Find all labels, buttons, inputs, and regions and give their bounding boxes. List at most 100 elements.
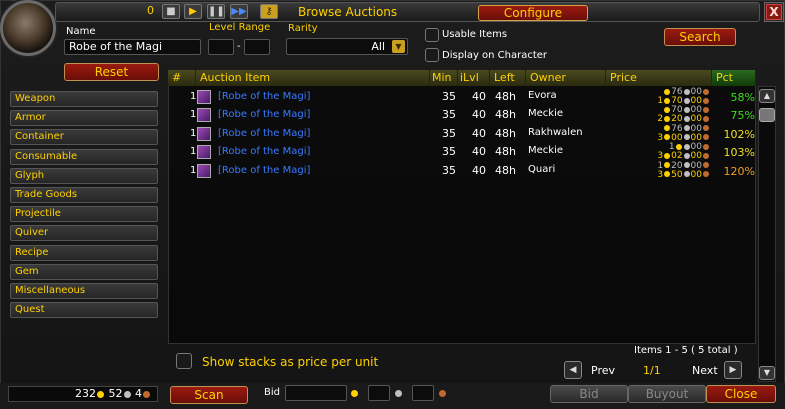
category-gem[interactable]: Gem — [10, 263, 158, 280]
name-input[interactable]: Robe of the Magi — [64, 39, 201, 55]
robe-icon — [197, 145, 211, 160]
robe-icon — [197, 163, 211, 178]
table-row[interactable]: 1 [Robe of the Magi] 35 40 48h Rakhwalen 76 00 3… — [170, 124, 755, 144]
row-left: 48h — [495, 163, 516, 177]
scrollbar[interactable] — [758, 86, 776, 382]
category-recipe[interactable]: Recipe — [10, 244, 158, 261]
bid-copper-input[interactable] — [412, 385, 434, 401]
display-on-character-checkbox[interactable] — [425, 48, 439, 62]
copper-coin-icon — [703, 143, 709, 150]
category-quiver[interactable]: Quiver — [10, 225, 158, 242]
category-trade-goods[interactable]: Trade Goods — [10, 187, 158, 203]
category-glyph[interactable]: Glyph — [10, 167, 158, 184]
column-header-owner[interactable]: Owner — [526, 70, 606, 86]
silver-coin-icon — [683, 88, 690, 95]
scroll-up-icon[interactable]: ▲ — [759, 89, 775, 103]
column-header-left[interactable]: Left — [490, 70, 526, 86]
bid-silver-input[interactable] — [368, 385, 390, 401]
scroll-down-icon[interactable]: ▼ — [759, 366, 775, 380]
row-qty: 1 — [190, 109, 197, 121]
key-icon[interactable]: ⚷ — [260, 4, 278, 19]
usable-items-checkbox[interactable] — [425, 28, 439, 42]
money-display: 232 52 4 — [8, 386, 158, 402]
row-min: 35 — [442, 108, 456, 122]
reset-button[interactable]: Reset — [64, 63, 159, 81]
chevron-down-icon[interactable]: ▼ — [392, 40, 405, 53]
window-title: Browse Auctions — [298, 5, 398, 19]
row-owner: Evora — [528, 90, 557, 101]
close-button[interactable]: Close — [706, 385, 776, 403]
row-buyout-price: 3 50 00 — [638, 169, 710, 180]
level-min-input[interactable] — [208, 39, 234, 55]
robe-icon — [197, 108, 211, 123]
column-header-num[interactable]: # — [168, 70, 196, 86]
fast-forward-button[interactable]: ▶▶ — [230, 4, 248, 19]
next-label[interactable]: Next — [692, 364, 718, 377]
prev-label[interactable]: Prev — [591, 364, 615, 377]
category-container[interactable]: Container — [10, 129, 158, 146]
column-header-ilvl[interactable]: iLvl — [458, 70, 490, 86]
scan-button[interactable]: Scan — [170, 386, 248, 404]
stacks-checkbox[interactable] — [176, 353, 192, 369]
gold-coin-icon — [664, 88, 671, 95]
gold-coin-icon — [664, 106, 671, 113]
configure-button[interactable]: Configure — [478, 5, 588, 21]
copper-coin-icon — [703, 171, 709, 178]
category-quest[interactable]: Quest — [10, 302, 158, 319]
scroll-thumb[interactable] — [759, 108, 775, 122]
column-header-min[interactable]: Min — [430, 70, 458, 86]
next-icon[interactable]: ▶ — [724, 361, 742, 379]
rarity-dropdown[interactable]: All — [286, 38, 408, 55]
buyout-button[interactable]: Buyout — [628, 385, 706, 403]
gold-coin-icon — [664, 125, 671, 132]
row-min: 35 — [442, 145, 456, 159]
table-row[interactable]: 1 [Robe of the Magi] 35 40 48h Quari 1 20 00 3 50 0… — [170, 161, 755, 181]
copper-coin-icon — [703, 125, 709, 132]
table-row[interactable]: 1 [Robe of the Magi] 35 40 48h Evora 76 00 1 70 00… — [170, 88, 755, 107]
category-weapon[interactable]: Weapon — [10, 91, 158, 107]
search-button[interactable]: Search — [664, 28, 736, 46]
row-buyout-gold: 3 — [657, 169, 664, 180]
copper-coin-icon — [703, 115, 709, 122]
bid-button[interactable]: Bid — [550, 385, 628, 403]
category-projectile[interactable]: Projectile — [10, 206, 158, 223]
silver-coin-icon — [123, 390, 131, 398]
close-icon[interactable]: X — [766, 4, 782, 20]
robe-icon — [197, 126, 211, 141]
row-buyout-silver: 50 — [671, 169, 683, 180]
column-header-pct[interactable]: Pct — [712, 70, 756, 86]
table-row[interactable]: 1 [Robe of the Magi] 35 40 48h Meckie 70 00 2 20 0… — [170, 106, 755, 125]
robe-icon — [197, 90, 211, 104]
row-ilvl: 40 — [472, 163, 486, 177]
row-left: 48h — [495, 126, 516, 140]
category-consumable[interactable]: Consumable — [10, 148, 158, 165]
row-qty: 1 — [190, 146, 197, 158]
play-button[interactable]: ▶ — [184, 4, 202, 19]
prev-icon[interactable]: ◀ — [564, 361, 582, 379]
row-qty: 1 — [190, 91, 197, 102]
row-buyout-copper: 00 — [690, 169, 702, 180]
bid-silver-icon — [395, 390, 402, 397]
column-header-item[interactable]: Auction Item — [196, 70, 430, 86]
pause-button[interactable]: ❚❚ — [207, 4, 225, 19]
gold-coin-icon — [664, 171, 671, 178]
silver-amount: 52 — [108, 387, 123, 400]
copper-coin-icon — [703, 88, 709, 95]
bid-gold-input[interactable] — [285, 385, 347, 401]
table-row[interactable]: 1 [Robe of the Magi] 35 40 48h Meckie 1 00 3 02 00… — [170, 143, 755, 162]
row-buyout-gold: 3 — [657, 132, 664, 143]
copper-coin-icon — [143, 390, 150, 398]
copper-coin-icon — [703, 106, 709, 113]
row-buyout-gold: 2 — [657, 114, 664, 125]
name-label: Name — [66, 26, 96, 37]
level-max-input[interactable] — [244, 39, 270, 55]
stop-button[interactable]: ■ — [162, 4, 180, 19]
silver-coin-icon — [683, 106, 690, 113]
column-header-price[interactable]: Price — [606, 70, 712, 86]
category-armor[interactable]: Armor — [10, 110, 158, 127]
silver-coin-icon — [683, 171, 690, 178]
row-qty: 1 — [190, 127, 197, 139]
row-qty: 1 — [190, 164, 197, 176]
copper-coin-icon — [703, 97, 709, 104]
category-miscellaneous[interactable]: Miscellaneous — [10, 283, 158, 299]
